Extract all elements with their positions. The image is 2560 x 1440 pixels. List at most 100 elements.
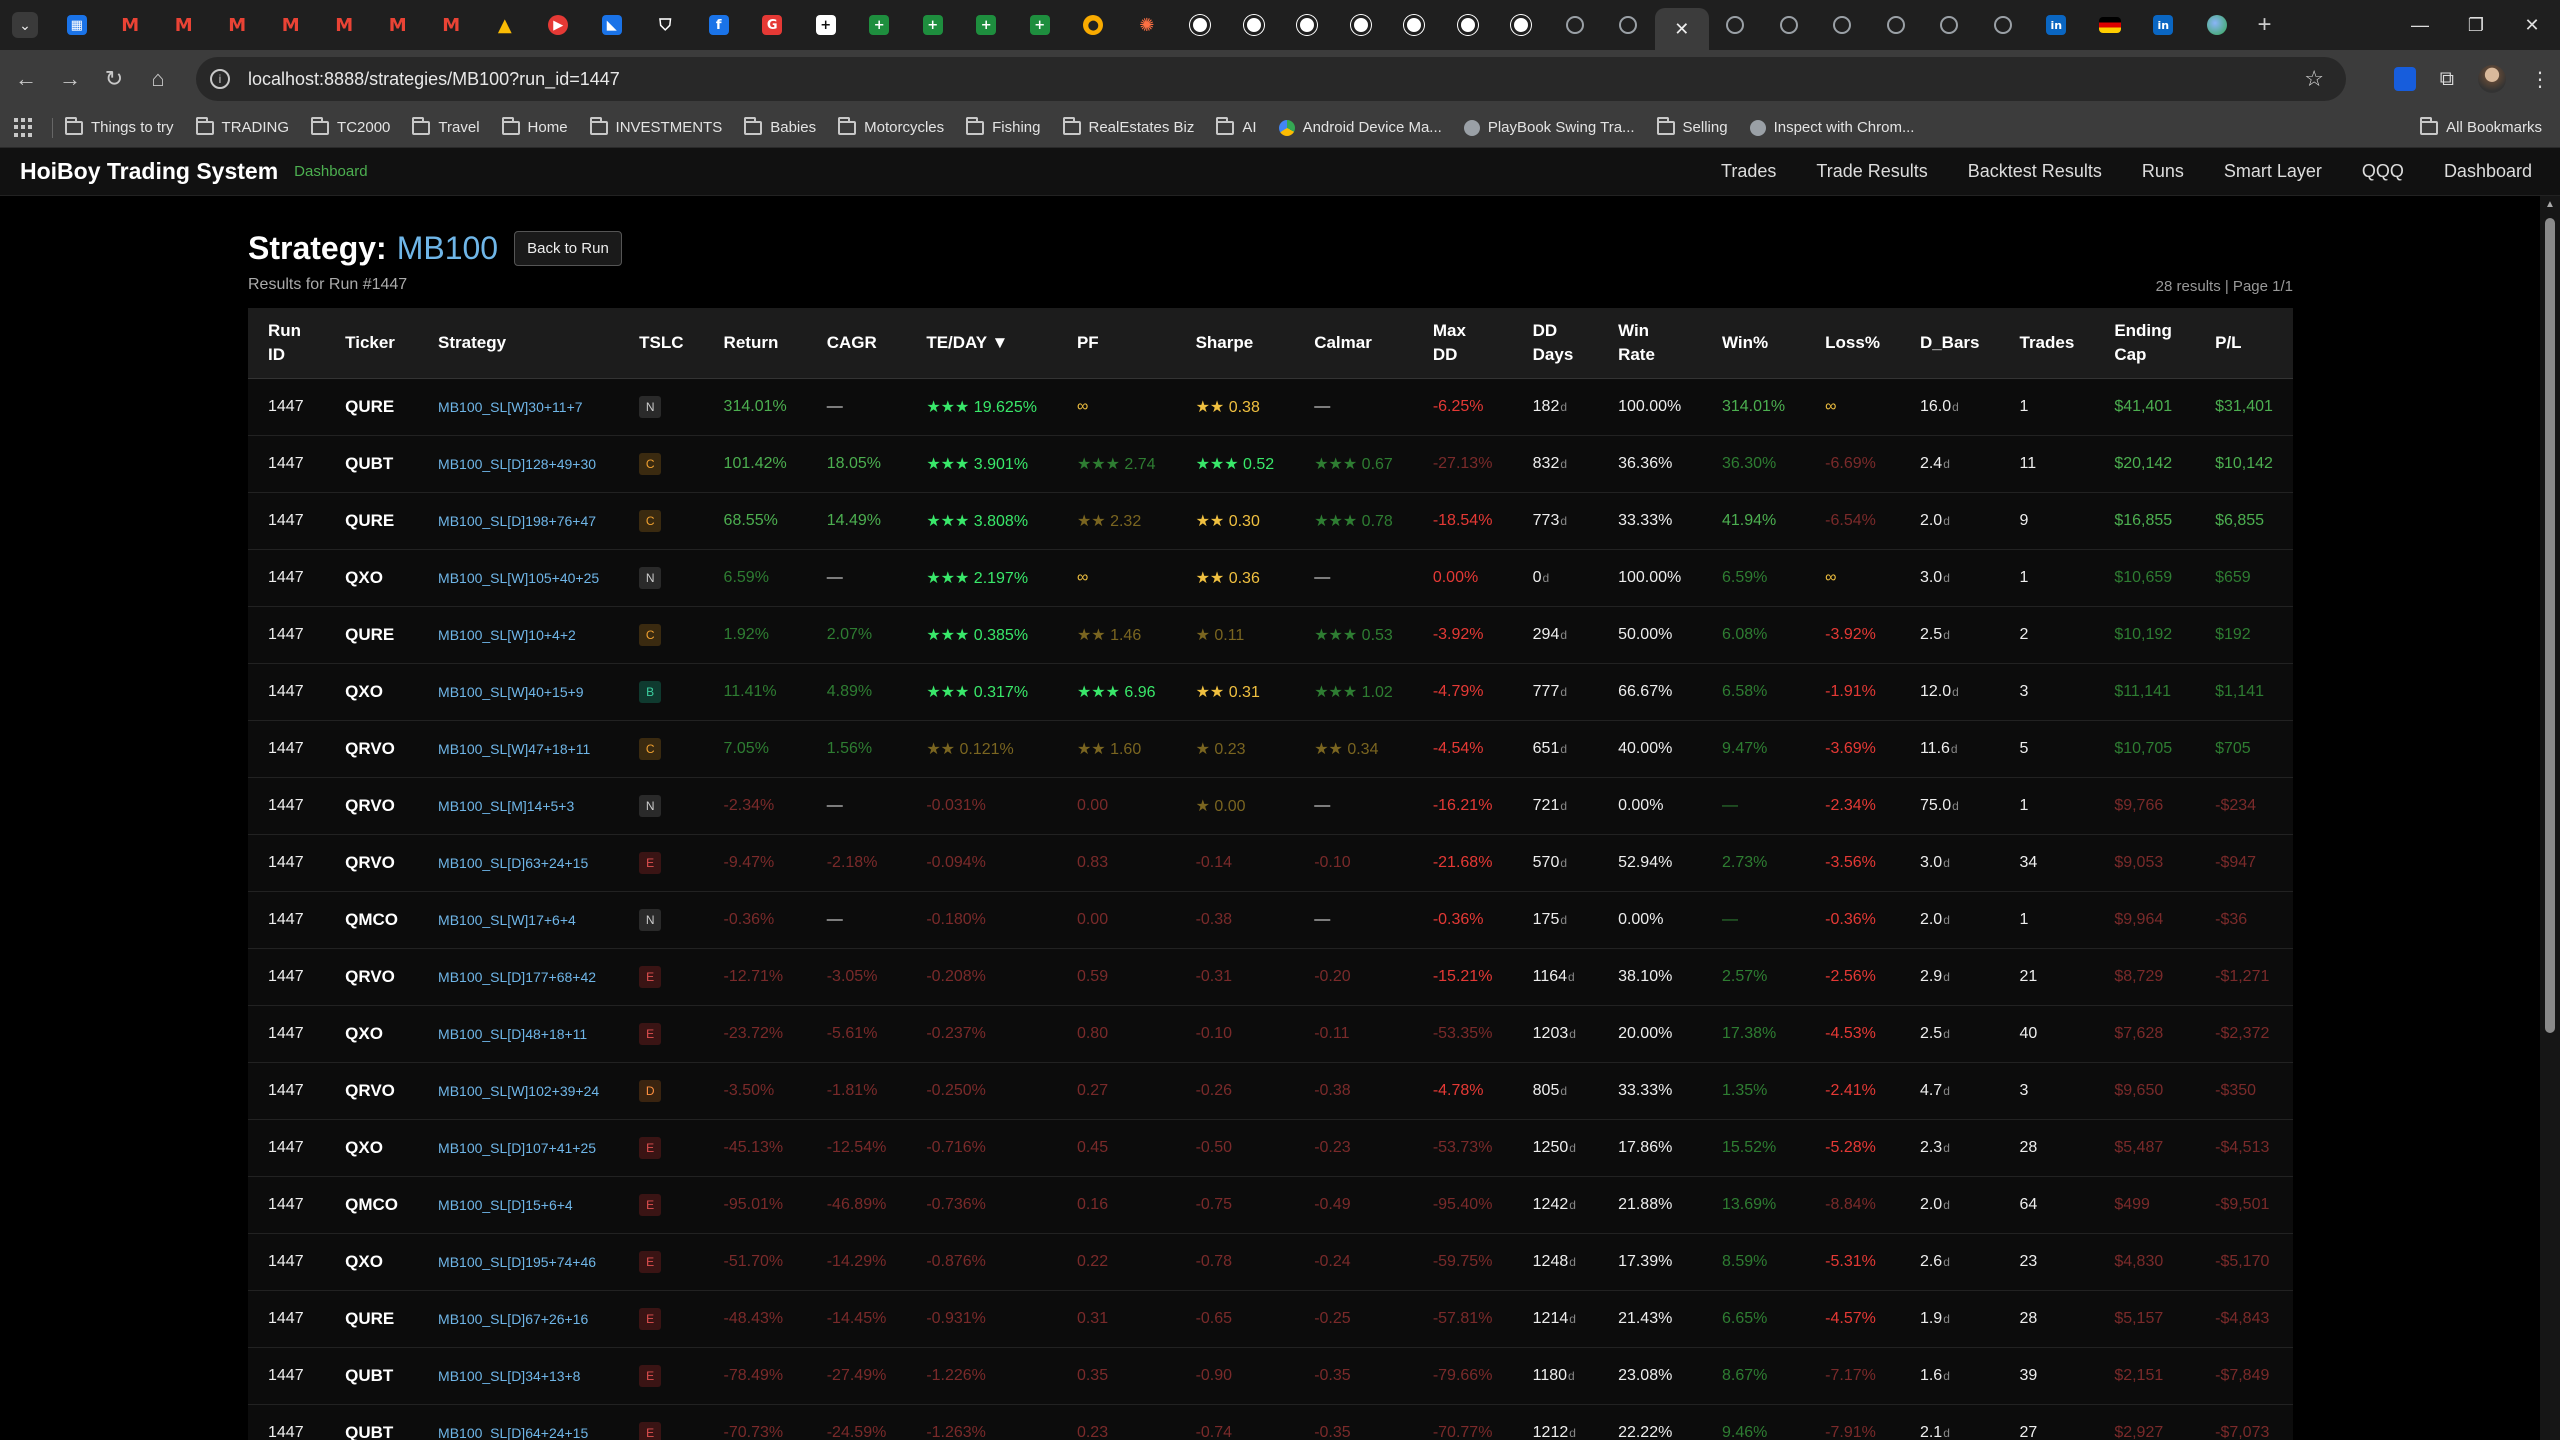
profile-avatar[interactable] <box>2478 65 2506 93</box>
browser-tab[interactable] <box>1869 5 1923 45</box>
nav-link-dashboard[interactable]: Dashboard <box>2444 161 2532 182</box>
url-text[interactable]: localhost:8888/strategies/MB100?run_id=1… <box>248 69 620 90</box>
bookmark-folder[interactable]: TRADING <box>195 116 289 136</box>
browser-tab[interactable] <box>1923 5 1977 45</box>
browser-tab[interactable] <box>1602 5 1656 45</box>
browser-tab[interactable] <box>2083 5 2137 45</box>
strategy-link[interactable]: MB100_SL[W]30+11+7 <box>418 378 619 435</box>
column-header[interactable]: Calmar <box>1294 308 1413 379</box>
nav-link-smart-layer[interactable]: Smart Layer <box>2224 161 2322 182</box>
bookmark-folder[interactable]: AI <box>1216 116 1257 136</box>
all-bookmarks[interactable]: All Bookmarks <box>2420 116 2542 136</box>
table-row[interactable]: 1447 QURE MB100_SL[W]10+4+2 C 1.92% 2.07% ★★★ … <box>248 606 2293 663</box>
bookmark-folder[interactable]: Home <box>501 116 568 136</box>
browser-tab[interactable] <box>1388 5 1442 45</box>
table-row[interactable]: 1447 QXO MB100_SL[D]107+41+25 E -45.13% -12.5… <box>248 1119 2293 1176</box>
nav-link-backtest-results[interactable]: Backtest Results <box>1968 161 2102 182</box>
column-header[interactable]: DD Days <box>1512 308 1599 379</box>
browser-tab[interactable] <box>1174 5 1228 45</box>
browser-tab[interactable]: M <box>264 5 318 45</box>
column-header[interactable]: CAGR <box>806 308 907 379</box>
column-header[interactable]: TE/DAY ▼ <box>906 308 1057 379</box>
back-to-run-button[interactable]: Back to Run <box>514 231 622 266</box>
nav-link-trade-results[interactable]: Trade Results <box>1816 161 1927 182</box>
browser-tab[interactable] <box>1762 5 1816 45</box>
browser-tab[interactable]: M <box>371 5 425 45</box>
browser-tab[interactable] <box>1548 5 1602 45</box>
browser-tab[interactable]: + <box>906 5 960 45</box>
browser-tab[interactable]: G <box>746 5 800 45</box>
bookmark-folder[interactable]: Travel <box>412 116 480 136</box>
bookmark-folder[interactable]: Things to try <box>65 116 174 136</box>
bookmark-folder[interactable]: Motorcycles <box>838 116 944 136</box>
app-brand[interactable]: HoiBoy Trading System <box>20 158 278 185</box>
browser-tab[interactable]: M <box>425 5 479 45</box>
table-row[interactable]: 1447 QXO MB100_SL[W]105+40+25 N 6.59% — ★★★ 2.… <box>248 549 2293 606</box>
browser-tab[interactable] <box>1334 5 1388 45</box>
table-row[interactable]: 1447 QMCO MB100_SL[D]15+6+4 E -95.01% -46.89%… <box>248 1176 2293 1233</box>
nav-link-trades[interactable]: Trades <box>1721 161 1776 182</box>
close-window-icon[interactable]: ✕ <box>2504 15 2560 36</box>
scrollbar-thumb[interactable] <box>2545 218 2555 1033</box>
column-header[interactable]: P/L <box>2195 308 2293 379</box>
column-header[interactable]: TSLC <box>619 308 704 379</box>
strategy-link[interactable]: MB100_SL[D]48+18+11 <box>418 1005 619 1062</box>
column-header[interactable]: Ending Cap <box>2094 308 2196 379</box>
bitwarden-icon[interactable] <box>2393 67 2416 91</box>
browser-tab[interactable]: M <box>104 5 158 45</box>
browser-tab[interactable]: ▲ <box>478 5 532 45</box>
forward-arrow-icon[interactable]: → <box>48 57 92 101</box>
table-row[interactable]: 1447 QMCO MB100_SL[W]17+6+4 N -0.36% — -0.180%… <box>248 891 2293 948</box>
table-row[interactable]: 1447 QUBT MB100_SL[D]64+24+15 E -70.73% -24.5… <box>248 1404 2293 1440</box>
browser-tab[interactable]: M <box>211 5 265 45</box>
bookmark-folder[interactable]: RealEstates Biz <box>1062 116 1194 136</box>
strategy-link[interactable]: MB100_SL[W]47+18+11 <box>418 720 619 777</box>
column-header[interactable]: PF <box>1056 308 1176 379</box>
browser-tab[interactable] <box>1441 5 1495 45</box>
nav-link-runs[interactable]: Runs <box>2142 161 2184 182</box>
strategy-link[interactable]: MB100_SL[W]17+6+4 <box>418 891 619 948</box>
strategy-link[interactable]: MB100_SL[D]107+41+25 <box>418 1119 619 1176</box>
column-header[interactable]: Sharpe <box>1175 308 1295 379</box>
strategy-link[interactable]: MB100_SL[W]102+39+24 <box>418 1062 619 1119</box>
browser-tab[interactable]: ✕ <box>1655 8 1709 50</box>
back-arrow-icon[interactable]: ← <box>4 57 48 101</box>
table-row[interactable]: 1447 QXO MB100_SL[W]40+15+9 B 11.41% 4.89% ★★★… <box>248 663 2293 720</box>
column-header[interactable]: Trades <box>1999 308 2095 379</box>
browser-tab[interactable]: ⛉ <box>639 5 693 45</box>
page-scrollbar[interactable]: ▲ <box>2540 196 2560 1440</box>
table-row[interactable]: 1447 QXO MB100_SL[D]195+74+46 E -51.70% -14.2… <box>248 1233 2293 1290</box>
browser-tab[interactable]: M <box>157 5 211 45</box>
column-header[interactable]: Strategy <box>418 308 620 379</box>
browser-tab[interactable] <box>1709 5 1763 45</box>
column-header[interactable]: Ticker <box>325 308 419 379</box>
browser-tab[interactable]: in <box>2137 5 2191 45</box>
home-icon[interactable]: ⌂ <box>136 57 180 101</box>
column-header[interactable]: Return <box>703 308 807 379</box>
strategy-link[interactable]: MB100_SL[D]63+24+15 <box>418 834 619 891</box>
bookmark-folder[interactable]: Babies <box>744 116 816 136</box>
browser-menu-icon[interactable]: ⋮ <box>2530 67 2550 92</box>
table-row[interactable]: 1447 QUBT MB100_SL[D]128+49+30 C 101.42% 18.0… <box>248 435 2293 492</box>
column-header[interactable]: D_Bars <box>1899 308 2000 379</box>
table-row[interactable]: 1447 QRVO MB100_SL[W]47+18+11 C 7.05% 1.56% ★★… <box>248 720 2293 777</box>
browser-tab[interactable] <box>2190 5 2244 45</box>
strategy-link[interactable]: MB100_SL[D]128+49+30 <box>418 435 619 492</box>
restore-icon[interactable]: ❐ <box>2448 15 2504 36</box>
table-row[interactable]: 1447 QURE MB100_SL[D]198+76+47 C 68.55% 14.49… <box>248 492 2293 549</box>
browser-tab[interactable]: in <box>2030 5 2084 45</box>
new-tab-icon[interactable]: + <box>2258 11 2272 39</box>
apps-grid-icon[interactable] <box>14 117 34 138</box>
browser-tab[interactable]: f <box>692 5 746 45</box>
table-row[interactable]: 1447 QRVO MB100_SL[D]177+68+42 E -12.71% -3.0… <box>248 948 2293 1005</box>
browser-tab[interactable] <box>1281 5 1335 45</box>
bookmark-folder[interactable]: INVESTMENTS <box>589 116 722 136</box>
browser-tab[interactable] <box>1227 5 1281 45</box>
strategy-link[interactable]: MB100_SL[D]64+24+15 <box>418 1404 619 1440</box>
strategy-link[interactable]: MB100_SL[M]14+5+3 <box>418 777 619 834</box>
extensions-icon[interactable]: ⧉ <box>2440 68 2454 91</box>
close-icon[interactable]: ✕ <box>1674 19 1689 40</box>
minimize-icon[interactable]: — <box>2392 15 2448 36</box>
strategy-link[interactable]: MB100_SL[D]67+26+16 <box>418 1290 619 1347</box>
browser-tab[interactable]: + <box>853 5 907 45</box>
